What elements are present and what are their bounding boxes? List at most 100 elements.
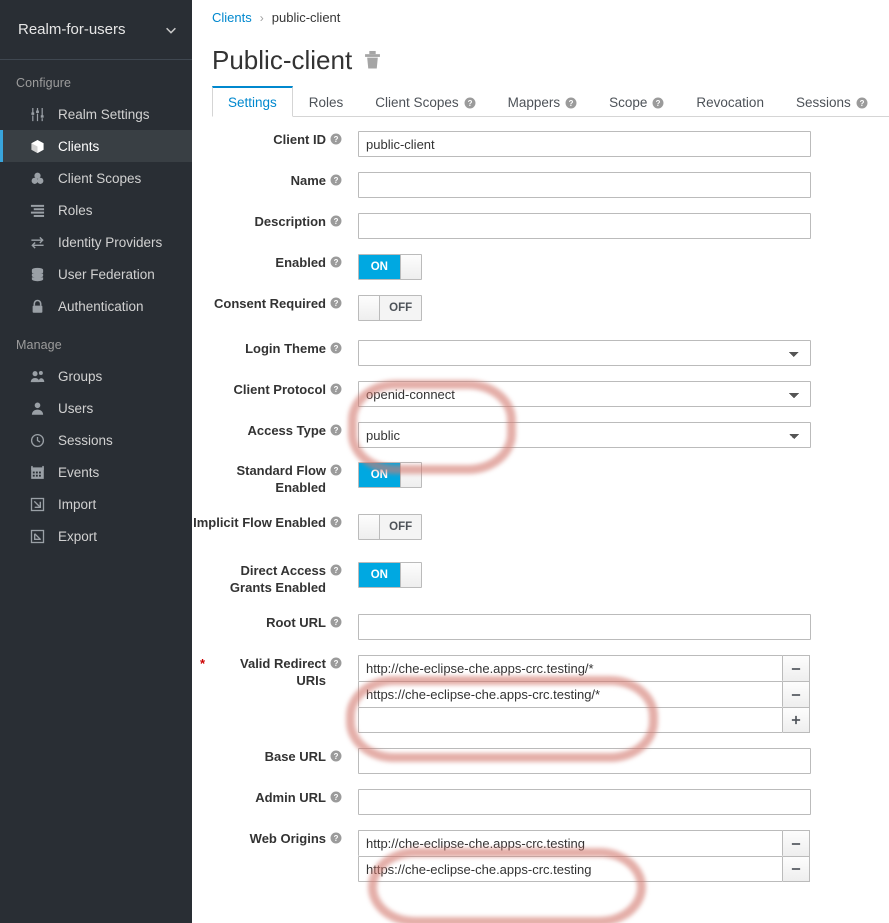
svg-text:?: ?: [569, 98, 574, 107]
web-origins-input-0[interactable]: [358, 830, 783, 856]
label-root-url: Root URL?: [192, 614, 352, 631]
tab-mappers[interactable]: Mappers?: [492, 87, 594, 117]
sidebar-item-roles[interactable]: Roles: [0, 194, 192, 226]
client-id-input[interactable]: [358, 131, 811, 157]
trash-icon[interactable]: [364, 50, 381, 70]
enabled-toggle[interactable]: ON: [358, 254, 422, 280]
client-settings-form: Client ID?Name?Description?Enabled?ONCon…: [192, 117, 889, 882]
sidebar-item-label: Import: [58, 497, 96, 512]
client-protocol-select[interactable]: openid-connect: [358, 381, 811, 407]
implicit-flow-enabled-toggle[interactable]: OFF: [358, 514, 422, 540]
field-label-text: Standard Flow Enabled: [211, 462, 326, 496]
tab-label: Scope: [609, 88, 647, 118]
svg-text:?: ?: [859, 98, 864, 107]
svg-text:?: ?: [334, 752, 339, 761]
tab-label: Client Scopes: [375, 88, 458, 118]
users-icon: [27, 368, 47, 384]
base-url-input[interactable]: [358, 748, 811, 774]
nav-section-title: Manage: [0, 322, 192, 360]
valid-redirect-uris-input-2[interactable]: [358, 707, 783, 733]
sidebar-item-groups[interactable]: Groups: [0, 360, 192, 392]
breadcrumb-current: public-client: [272, 10, 341, 25]
remove-web-origins-button[interactable]: [783, 830, 810, 856]
realm-selector[interactable]: Realm-for-users: [0, 0, 192, 60]
help-icon: ?: [330, 297, 342, 309]
sidebar-item-events[interactable]: Events: [0, 456, 192, 488]
toggle-on-label: ON: [359, 563, 400, 587]
field-label-text: Description: [254, 213, 326, 230]
tab-client-scopes[interactable]: Client Scopes?: [359, 87, 491, 117]
field-label-text: Client Protocol: [234, 381, 326, 398]
label-access-type: Access Type?: [192, 422, 352, 439]
control-wrapper: [352, 655, 889, 733]
sidebar-item-identity-providers[interactable]: Identity Providers: [0, 226, 192, 258]
web-origins-list: [358, 830, 889, 882]
web-origins-input-1[interactable]: [358, 856, 783, 882]
toggle-knob: [400, 255, 421, 279]
login-theme-select[interactable]: [358, 340, 811, 366]
toggle-off-label: OFF: [380, 296, 421, 320]
toggle-knob: [359, 296, 380, 320]
add-valid-redirect-uris-button[interactable]: [783, 707, 810, 733]
sidebar-item-label: Clients: [58, 139, 99, 154]
help-icon: ?: [464, 97, 476, 109]
svg-text:?: ?: [334, 659, 339, 668]
sidebar-item-client-scopes[interactable]: Client Scopes: [0, 162, 192, 194]
remove-valid-redirect-uris-button[interactable]: [783, 681, 810, 707]
description-input[interactable]: [358, 213, 811, 239]
field-label-text: Direct Access Grants Enabled: [201, 562, 326, 596]
field-label-text: Web Origins: [250, 830, 326, 847]
label-description: Description?: [192, 213, 352, 230]
field-label-text: Base URL: [265, 748, 326, 765]
sidebar-item-export[interactable]: Export: [0, 520, 192, 552]
field-label-text: Name: [291, 172, 326, 189]
consent-required-toggle[interactable]: OFF: [358, 295, 422, 321]
help-icon: ?: [330, 256, 342, 268]
remove-web-origins-button[interactable]: [783, 856, 810, 882]
tab-roles[interactable]: Roles: [293, 87, 360, 117]
tab-sessions[interactable]: Sessions?: [780, 87, 884, 117]
sidebar-item-authentication[interactable]: Authentication: [0, 290, 192, 322]
standard-flow-enabled-toggle[interactable]: ON: [358, 462, 422, 488]
label-base-url: Base URL?: [192, 748, 352, 765]
valid-redirect-uris-input-0[interactable]: [358, 655, 783, 681]
help-icon: ?: [330, 133, 342, 145]
sidebar-item-sessions[interactable]: Sessions: [0, 424, 192, 456]
admin-url-input[interactable]: [358, 789, 811, 815]
label-admin-url: Admin URL?: [192, 789, 352, 806]
help-icon: ?: [330, 657, 342, 669]
control-wrapper: OFF: [352, 514, 889, 544]
help-icon: ?: [565, 97, 577, 109]
direct-access-grants-enabled-toggle[interactable]: ON: [358, 562, 422, 588]
sidebar-item-realm-settings[interactable]: Realm Settings: [0, 98, 192, 130]
control-wrapper: openid-connect: [352, 381, 889, 407]
sidebar-item-user-federation[interactable]: User Federation: [0, 258, 192, 290]
remove-valid-redirect-uris-button[interactable]: [783, 655, 810, 681]
control-wrapper: OFF: [352, 295, 889, 325]
access-type-select[interactable]: public: [358, 422, 811, 448]
help-icon: ?: [330, 215, 342, 227]
list-item: [358, 707, 889, 733]
breadcrumb-clients-link[interactable]: Clients: [212, 10, 252, 25]
sidebar-item-label: Events: [58, 465, 99, 480]
tab-revocation[interactable]: Revocation: [680, 87, 780, 117]
field-label-text: Valid Redirect URIs: [211, 655, 326, 689]
sidebar-item-users[interactable]: Users: [0, 392, 192, 424]
valid-redirect-uris-input-1[interactable]: [358, 681, 783, 707]
control-wrapper: [352, 131, 889, 157]
sidebar-item-clients[interactable]: Clients: [0, 130, 192, 162]
name-input[interactable]: [358, 172, 811, 198]
root-url-input[interactable]: [358, 614, 811, 640]
tab-scope[interactable]: Scope?: [593, 87, 680, 117]
tab-settings[interactable]: Settings: [212, 86, 293, 117]
list-item: [358, 856, 889, 882]
svg-text:?: ?: [334, 299, 339, 308]
sidebar-item-import[interactable]: Import: [0, 488, 192, 520]
help-icon: ?: [330, 832, 342, 844]
list-item: [358, 655, 889, 681]
sidebar-item-label: Sessions: [58, 433, 113, 448]
form-row-root-url: Root URL?: [192, 614, 889, 640]
tab-label: Revocation: [696, 88, 764, 118]
control-wrapper: [352, 789, 889, 815]
sidebar-item-label: Groups: [58, 369, 102, 384]
